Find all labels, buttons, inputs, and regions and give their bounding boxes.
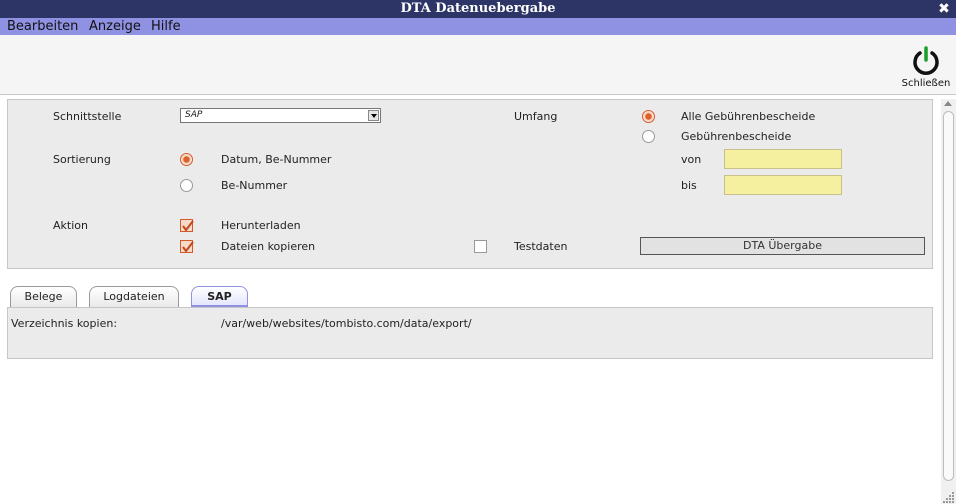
radio-gebuehrenbescheide-label: Gebührenbescheide (681, 130, 792, 143)
radio-be-nummer[interactable] (180, 179, 193, 192)
bis-label: bis (681, 179, 697, 192)
verzeichnis-kopien-value: /var/web/websites/tombisto.com/data/expo… (221, 317, 472, 330)
tab-logdateien[interactable]: Logdateien (89, 286, 179, 308)
chevron-down-icon (368, 110, 379, 121)
toolbar: Schließen (0, 35, 956, 95)
checkbox-herunterladen-label: Herunterladen (221, 219, 301, 232)
checkbox-herunterladen[interactable] (180, 219, 194, 232)
tab-belege[interactable]: Belege (10, 286, 77, 308)
sortierung-label: Sortierung (53, 153, 111, 166)
power-icon (913, 46, 939, 75)
umfang-label: Umfang (514, 110, 558, 123)
menu-bearbeiten[interactable]: Bearbeiten (7, 18, 78, 35)
close-button[interactable]: Schließen (898, 43, 954, 93)
scroll-up-icon[interactable] (944, 101, 952, 106)
checkbox-dateien-kopieren-label: Dateien kopieren (221, 240, 316, 253)
von-label: von (681, 153, 702, 166)
check-icon (182, 220, 194, 232)
check-icon (182, 241, 194, 253)
schnittstelle-value: SAP (185, 110, 203, 120)
radio-gebuehrenbescheide[interactable] (642, 130, 655, 143)
verzeichnis-kopien-label: Verzeichnis kopien: (11, 317, 118, 330)
schnittstelle-select[interactable]: SAP (180, 108, 381, 123)
radio-datum-be-nummer[interactable] (180, 153, 193, 166)
checkbox-testdaten-label: Testdaten (514, 240, 568, 253)
close-label: Schließen (901, 78, 951, 89)
tab-sap[interactable]: SAP (191, 286, 248, 308)
aktion-label: Aktion (53, 219, 88, 232)
dta-uebergabe-button[interactable]: DTA Übergabe (640, 237, 925, 255)
menu-anzeige[interactable]: Anzeige (89, 18, 141, 35)
window-title: DTA Datenuebergabe (400, 1, 556, 16)
menu-hilfe[interactable]: Hilfe (151, 18, 181, 35)
radio-alle-gebuehrenbescheide[interactable] (642, 110, 655, 123)
von-input[interactable] (724, 149, 842, 169)
checkbox-dateien-kopieren[interactable] (180, 240, 194, 253)
bis-input[interactable] (724, 175, 842, 195)
checkbox-testdaten[interactable] (474, 240, 487, 253)
sap-tab-panel (7, 307, 933, 359)
radio-datum-be-nummer-label: Datum, Be-Nummer (221, 153, 332, 166)
resize-grip-icon[interactable] (941, 488, 956, 504)
schnittstelle-label: Schnittstelle (53, 110, 122, 123)
window-close-icon[interactable]: ✖ (937, 0, 951, 18)
radio-be-nummer-label: Be-Nummer (221, 179, 288, 192)
scrollbar-thumb[interactable] (943, 111, 954, 481)
vertical-scrollbar[interactable] (941, 99, 956, 504)
title-bar: DTA Datenuebergabe ✖ (0, 0, 956, 18)
menu-bar: Bearbeiten Anzeige Hilfe (0, 18, 956, 35)
radio-alle-gebuehrenbescheide-label: Alle Gebührenbescheide (681, 110, 816, 123)
